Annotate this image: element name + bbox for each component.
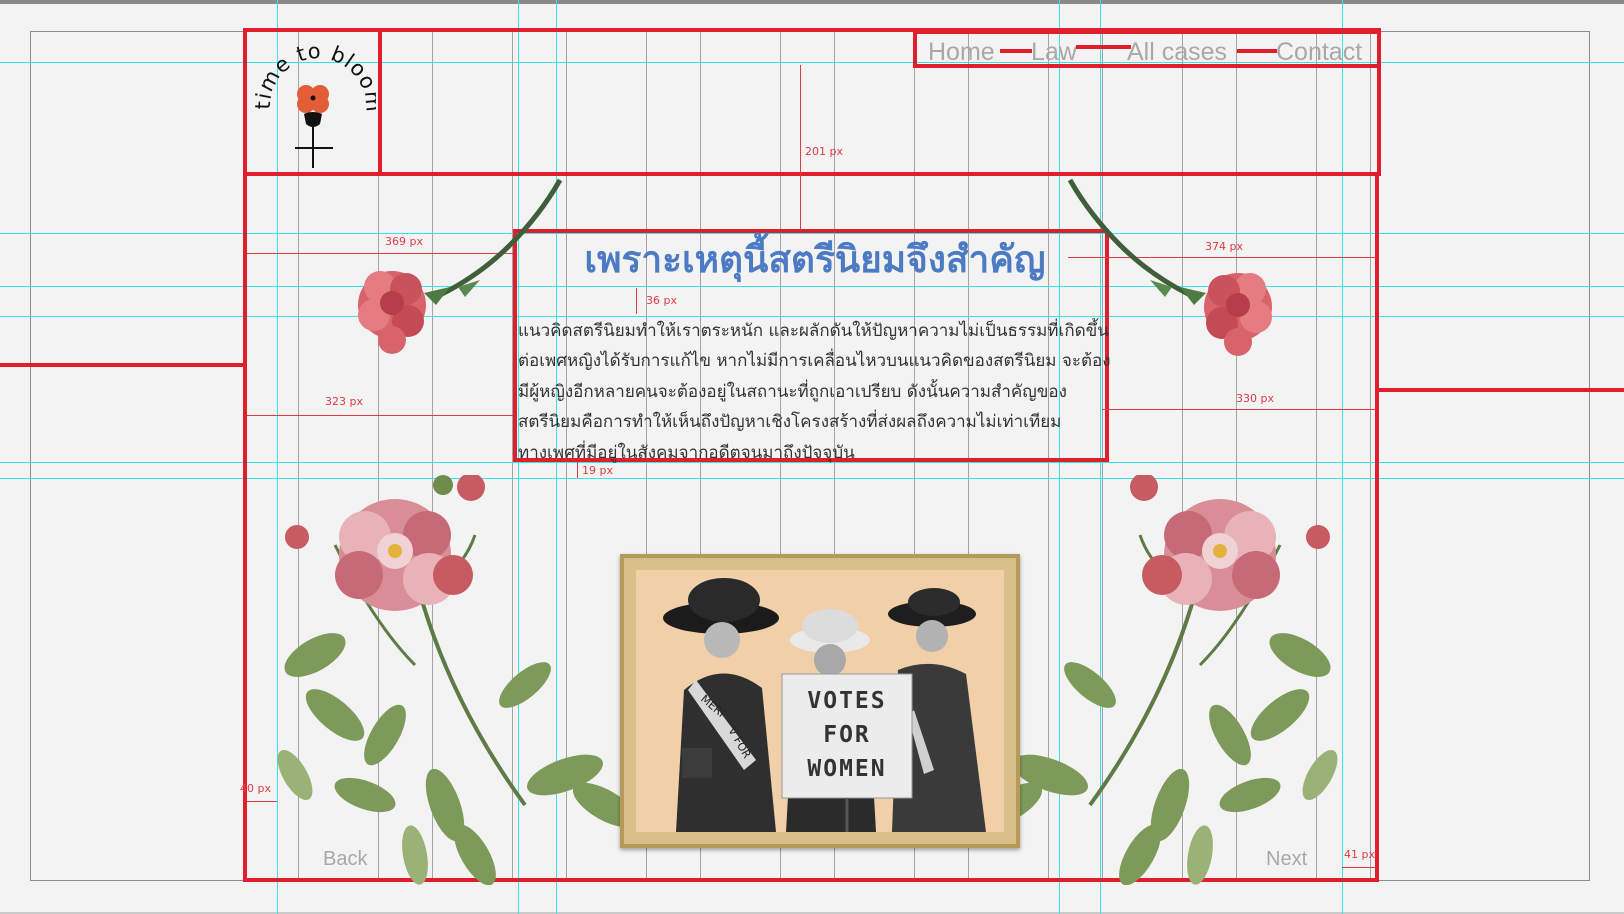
measure-label: 201 px <box>805 145 843 158</box>
left-connector <box>0 363 245 367</box>
sign-text: WOMEN <box>807 756 886 782</box>
suffragette-photo: MERI V FOR VOTES FOR WOMEN <box>636 570 1004 832</box>
top-border <box>0 0 1624 4</box>
suffragette-photo-frame: MERI V FOR VOTES FOR WOMEN <box>620 554 1020 848</box>
paragraph-line: สตรีนิยมคือการทำให้เห็นถึงปัญหาเชิงโครงส… <box>518 412 1062 433</box>
measure-label: 40 px <box>240 782 271 795</box>
nav-separator <box>1237 49 1277 53</box>
sign-text: VOTES <box>807 688 886 714</box>
paragraph-line: มีผู้หญิงอีกหลายคนจะต้องอยู่ในสถานะที่ถู… <box>518 381 1067 402</box>
body-paragraph: แนวคิดสตรีนิยมทำให้เราตระหนัก และผลักดัน… <box>518 316 1111 468</box>
nav-separator <box>1076 45 1131 49</box>
measure-label: 36 px <box>646 294 677 307</box>
nav-separator <box>1000 49 1032 53</box>
paragraph-line: ต่อเพศหญิงได้รับการแก้ไข หากไม่มีการเคลื… <box>518 351 1111 372</box>
paragraph-line: แนวคิดสตรีนิยมทำให้เราตระหนัก และผลักดัน… <box>518 321 1109 341</box>
flower-icon <box>295 85 333 168</box>
nav-law[interactable]: Law <box>1031 38 1077 67</box>
page-heading: เพราะเหตุนี้สตรีนิยมจึงสำคัญ <box>584 238 1046 281</box>
measure-label: 330 px <box>1236 392 1274 405</box>
nav-contact[interactable]: Contact <box>1276 38 1362 67</box>
nav-all-cases[interactable]: All cases <box>1127 38 1227 67</box>
measure-label: 323 px <box>325 395 363 408</box>
back-button[interactable]: Back <box>323 848 367 871</box>
site-logo[interactable]: time to bloom <box>251 36 385 172</box>
rose-left-illustration <box>277 475 638 885</box>
measure-label: 41 px <box>1344 848 1375 861</box>
right-connector <box>1377 388 1624 392</box>
paragraph-line: ทางเพศที่มีอยู่ในสังคมจากอดีตจนมาถึงปัจจ… <box>518 442 855 463</box>
sign-text: FOR <box>823 722 871 748</box>
nav-home[interactable]: Home <box>928 38 995 67</box>
next-button[interactable]: Next <box>1266 848 1307 871</box>
